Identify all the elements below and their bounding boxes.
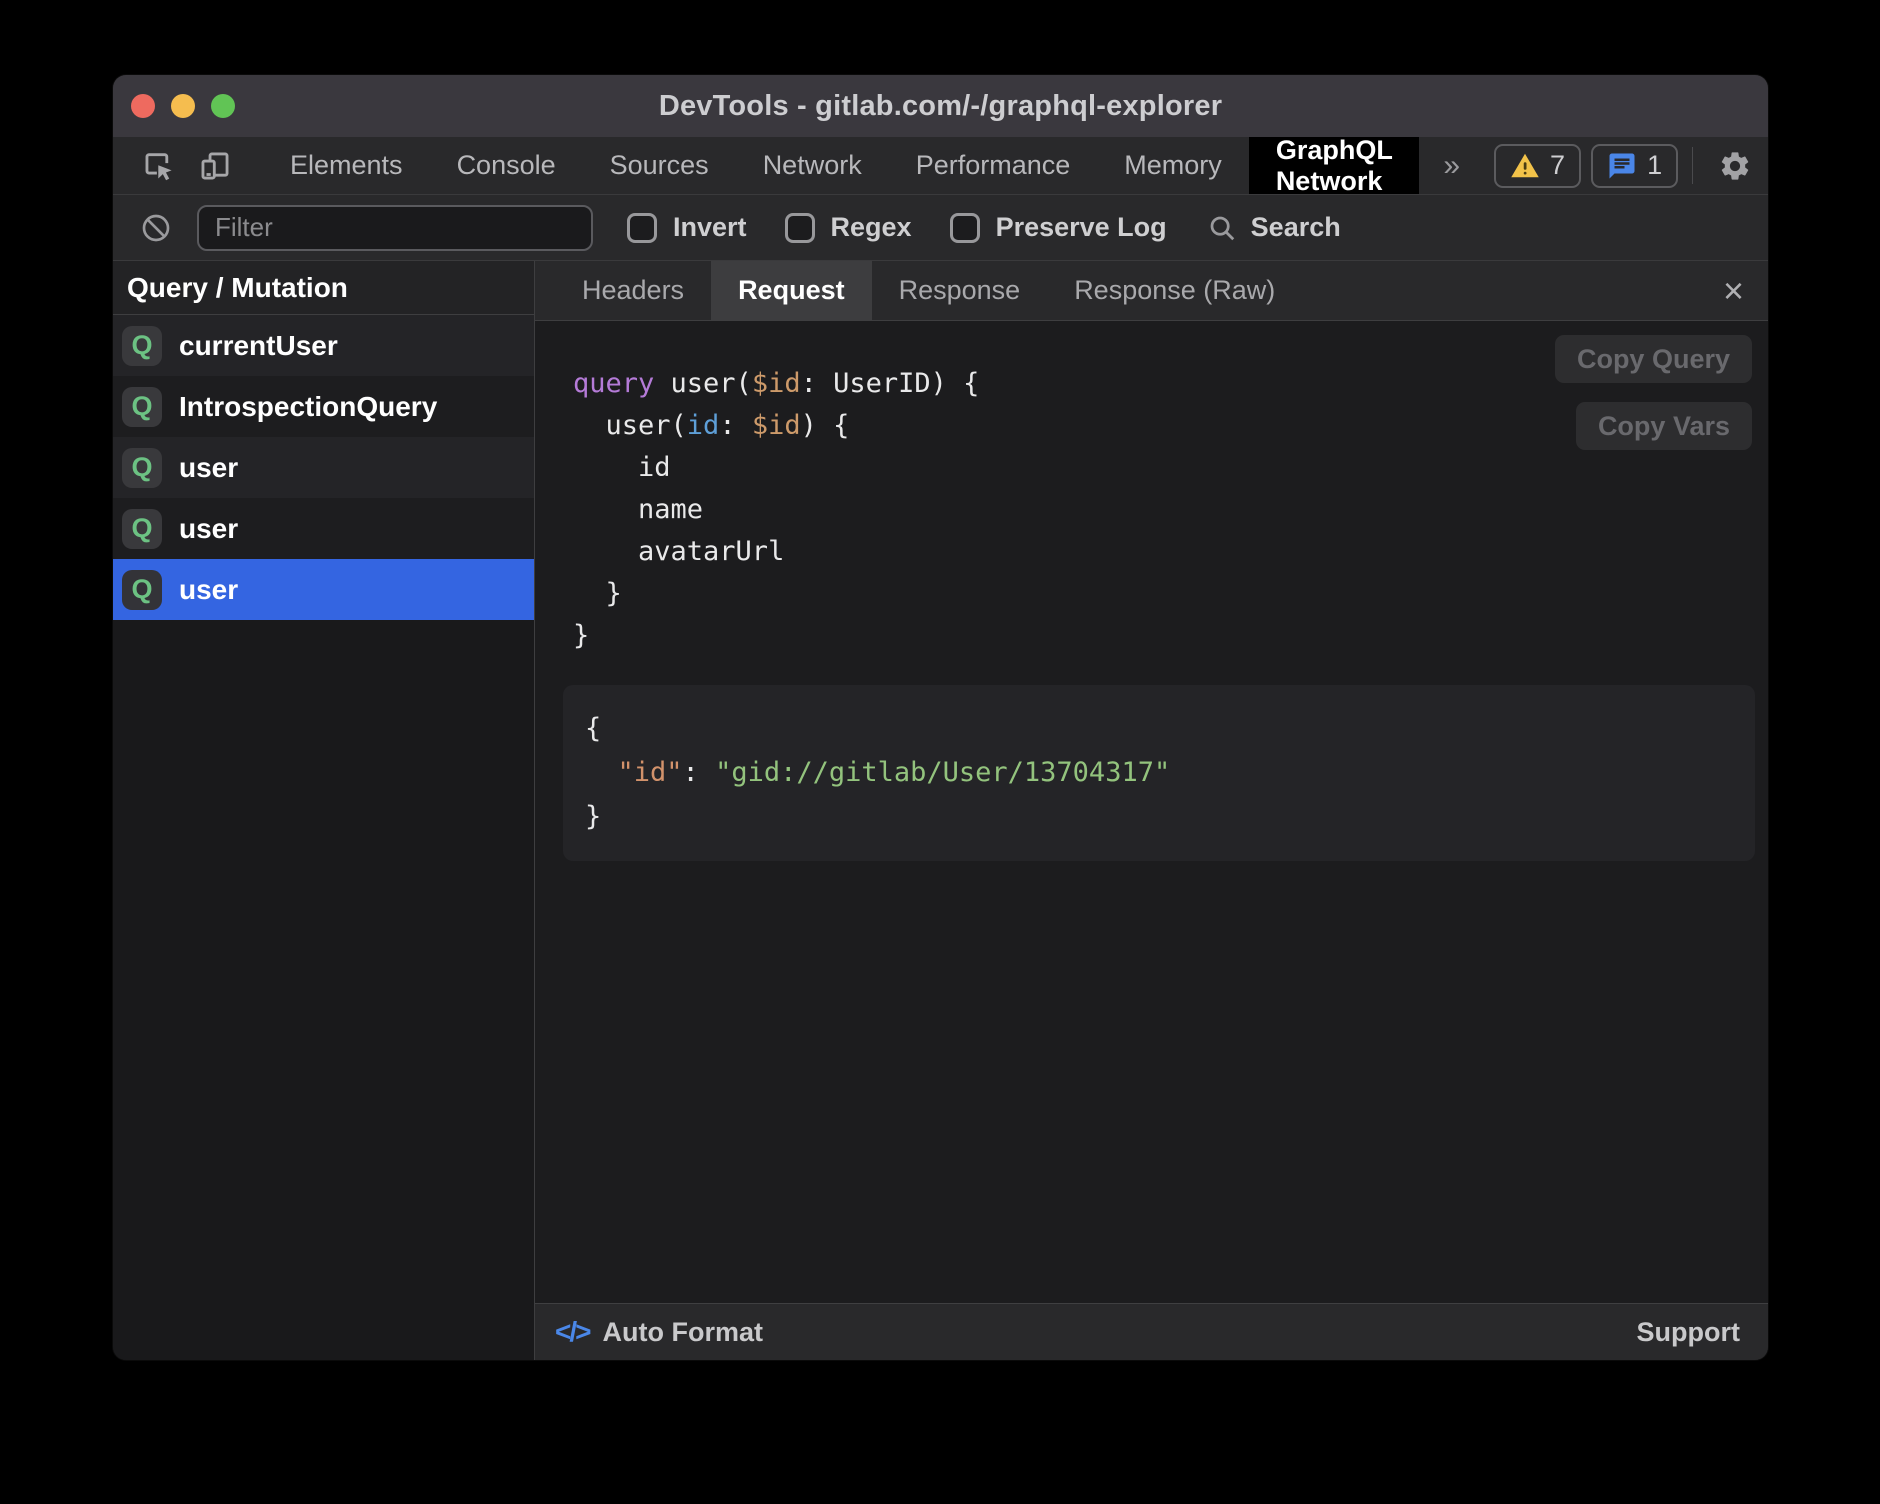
support-link[interactable]: Support [1637,1317,1740,1348]
copy-vars-button[interactable]: Copy Vars [1576,402,1752,450]
clear-filter-button[interactable] [129,212,183,244]
panel-tabs-row: HeadersRequestResponseResponse (Raw) × [535,261,1768,321]
preserve-log-checkbox[interactable] [950,213,980,243]
query-item-currentuser[interactable]: QcurrentUser [113,315,534,376]
regex-checkbox[interactable] [785,213,815,243]
close-window-button[interactable] [131,94,155,118]
warning-count: 7 [1550,150,1565,181]
main-toolbar: ElementsConsoleSourcesNetworkPerformance… [113,137,1768,195]
toolbar-tab-graphql-network[interactable]: GraphQL Network [1249,137,1420,194]
query-item-user[interactable]: Quser [113,559,534,620]
toolbar-tab-console[interactable]: Console [430,137,583,194]
message-bubble-icon [1607,151,1637,181]
code-line: } [585,795,1755,839]
panel-tabs: HeadersRequestResponseResponse (Raw) [555,261,1302,320]
code-line: avatarUrl [573,531,1768,573]
query-type-badge: Q [122,570,162,610]
filter-toolbar: Invert Regex Preserve Log Search [113,195,1768,261]
device-toolbar-icon [198,149,232,183]
toolbar-tab-elements[interactable]: Elements [263,137,430,194]
toolbar-tab-memory[interactable]: Memory [1097,137,1249,194]
search-toggle[interactable]: Search [1207,212,1341,243]
more-tabs-button[interactable]: » [1419,137,1484,194]
code-line: id [573,447,1768,489]
query-item-user[interactable]: Quser [113,498,534,559]
code-line: "id": "gid://gitlab/User/13704317" [585,751,1755,795]
detail-panel: HeadersRequestResponseResponse (Raw) × q… [535,261,1768,1360]
filter-option-invert[interactable]: Invert [627,212,747,243]
toolbar-tab-performance[interactable]: Performance [889,137,1098,194]
preserve-log-label: Preserve Log [996,212,1167,243]
query-type-badge: Q [122,326,162,366]
toolbar-right: 7 1 [1484,137,1768,194]
inspect-cursor-icon [142,149,176,183]
more-options-button[interactable] [1763,137,1768,194]
warnings-badge[interactable]: 7 [1494,144,1581,188]
titlebar: DevTools - gitlab.com/-/graphql-explorer [113,75,1768,137]
minimize-window-button[interactable] [171,94,195,118]
variables-box: { "id": "gid://gitlab/User/13704317"} [563,685,1755,861]
request-tab-content: query user($id: UserID) { user(id: $id) … [535,321,1768,1303]
query-item-user[interactable]: Quser [113,437,534,498]
sidebar: Query / Mutation QcurrentUserQIntrospect… [113,261,535,1360]
query-type-badge: Q [122,448,162,488]
invert-checkbox[interactable] [627,213,657,243]
query-type-badge: Q [122,387,162,427]
messages-badge[interactable]: 1 [1591,144,1678,188]
query-item-label: user [179,452,238,484]
search-icon [1207,213,1237,243]
gear-icon [1718,149,1752,183]
message-count: 1 [1647,150,1662,181]
filter-option-regex[interactable]: Regex [785,212,912,243]
code-format-icon: </> [555,1316,589,1348]
code-line: { [585,707,1755,751]
variables-code: { "id": "gid://gitlab/User/13704317"} [585,707,1755,839]
panel-footer: </> Auto Format Support [535,1303,1768,1360]
content-area: Query / Mutation QcurrentUserQIntrospect… [113,261,1768,1360]
devtools-window: DevTools - gitlab.com/-/graphql-explorer… [113,75,1768,1360]
auto-format-label: Auto Format [602,1317,762,1348]
tab-response[interactable]: Response [872,261,1048,320]
search-label: Search [1251,212,1341,243]
window-title: DevTools - gitlab.com/-/graphql-explorer [659,90,1222,123]
query-item-label: currentUser [179,330,338,362]
zoom-window-button[interactable] [211,94,235,118]
tab-request[interactable]: Request [711,261,872,320]
warning-icon [1510,151,1540,181]
filter-input[interactable] [197,205,593,251]
tab-headers[interactable]: Headers [555,261,711,320]
query-item-label: user [179,574,238,606]
query-list: QcurrentUserQIntrospectionQueryQuserQuse… [113,315,534,620]
traffic-lights [131,75,235,137]
query-item-label: user [179,513,238,545]
auto-format-button[interactable]: </> Auto Format [555,1316,763,1348]
settings-button[interactable] [1707,137,1763,194]
code-line: name [573,489,1768,531]
query-type-badge: Q [122,509,162,549]
code-line: } [573,615,1768,657]
regex-label: Regex [831,212,912,243]
toolbar-tab-sources[interactable]: Sources [583,137,736,194]
copy-query-button[interactable]: Copy Query [1555,335,1752,383]
toolbar-tab-network[interactable]: Network [736,137,889,194]
query-item-introspectionquery[interactable]: Q IntrospectionQuery [113,376,534,437]
query-item-label: IntrospectionQuery [179,391,437,423]
sidebar-header: Query / Mutation [113,261,534,315]
filter-checkboxes: Invert Regex Preserve Log [627,212,1167,243]
toolbar-divider [1692,147,1693,184]
toolbar-tabs: ElementsConsoleSourcesNetworkPerformance… [263,137,1419,194]
code-line: } [573,573,1768,615]
tab-response-raw[interactable]: Response (Raw) [1047,261,1302,320]
invert-label: Invert [673,212,747,243]
inspect-element-button[interactable] [131,137,187,194]
filter-option-preserve-log[interactable]: Preserve Log [950,212,1167,243]
block-icon [140,212,172,244]
close-panel-button[interactable]: × [1709,261,1758,320]
toggle-device-toolbar-button[interactable] [187,137,243,194]
